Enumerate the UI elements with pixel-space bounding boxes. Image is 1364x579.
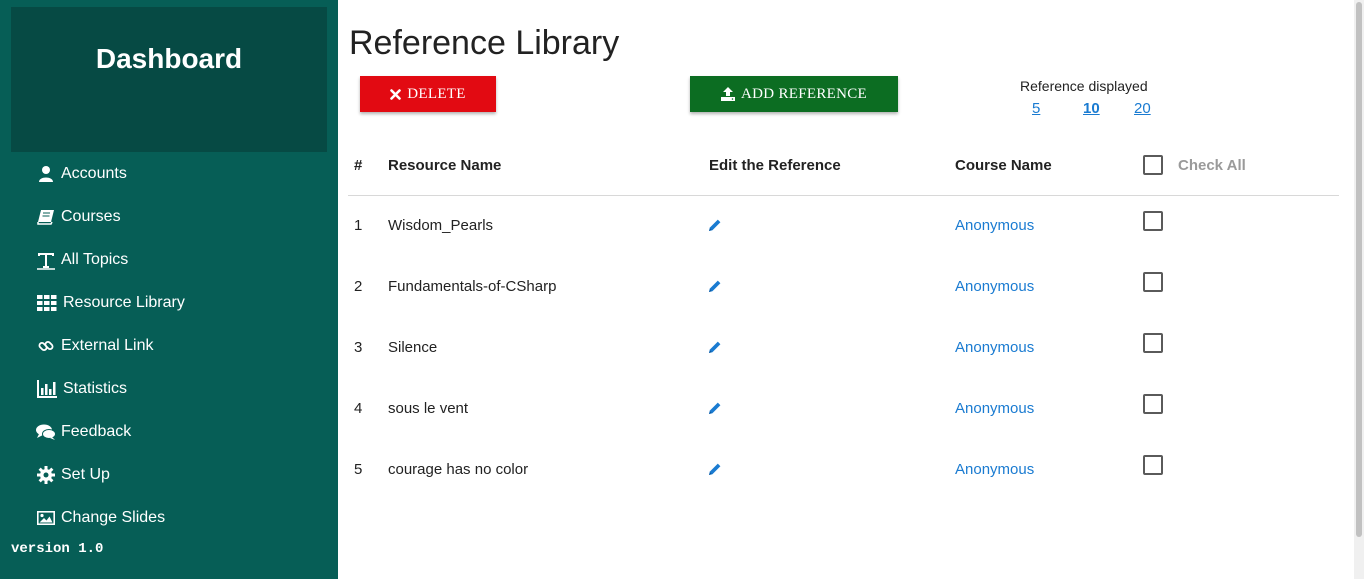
vertical-scrollbar[interactable]	[1354, 0, 1364, 579]
image-icon	[36, 508, 56, 528]
dashboard-title[interactable]: Dashboard	[11, 43, 327, 75]
row-checkbox[interactable]	[1143, 272, 1163, 292]
sidebar-item-external-link[interactable]: External Link	[36, 333, 154, 359]
per-page-label: Reference displayed	[1020, 78, 1148, 94]
sidebar-item-label: All Topics	[61, 251, 129, 268]
delete-button-label: DELETE	[407, 85, 466, 102]
resource-name: Silence	[388, 339, 438, 356]
row-index: 2	[354, 278, 363, 295]
row-index: 1	[354, 217, 363, 234]
row-checkbox[interactable]	[1143, 333, 1163, 353]
course-name-link[interactable]: Anonymous	[955, 339, 1034, 356]
sidebar: Dashboard Accounts Courses All Topics Re…	[0, 0, 338, 579]
resource-name: courage has no color	[388, 461, 529, 478]
row-checkbox[interactable]	[1143, 394, 1163, 414]
sidebar-item-change-slides[interactable]: Change Slides	[36, 505, 165, 531]
sidebar-item-resource-library[interactable]: Resource Library	[36, 290, 185, 316]
edit-pencil-icon[interactable]	[708, 279, 724, 295]
sidebar-item-set-up[interactable]: Set Up	[36, 462, 110, 488]
course-name-link[interactable]: Anonymous	[955, 400, 1034, 417]
row-index: 5	[354, 461, 363, 478]
course-name-link[interactable]: Anonymous	[955, 461, 1034, 478]
edit-pencil-icon[interactable]	[708, 340, 724, 356]
add-reference-button[interactable]: ADD REFERENCE	[690, 76, 898, 112]
comments-icon	[36, 422, 56, 442]
row-checkbox[interactable]	[1143, 455, 1163, 475]
sidebar-item-label: Set Up	[61, 466, 110, 483]
row-index: 3	[354, 339, 363, 356]
add-reference-button-label: ADD REFERENCE	[741, 85, 867, 102]
per-page-option-10[interactable]: 10	[1083, 100, 1100, 117]
resource-name: sous le vent	[388, 400, 469, 417]
per-page-option-5[interactable]: 5	[1032, 100, 1040, 117]
per-page-option-20[interactable]: 20	[1134, 100, 1151, 117]
column-header-edit: Edit the Reference	[709, 157, 841, 174]
column-header-resource-name: Resource Name	[388, 157, 502, 174]
scrollbar-thumb[interactable]	[1356, 2, 1362, 537]
bar-chart-icon	[36, 379, 58, 399]
book-icon	[36, 207, 56, 227]
sidebar-item-all-topics[interactable]: All Topics	[36, 247, 128, 273]
resource-name: Fundamentals-of-CSharp	[388, 278, 557, 295]
course-name-link[interactable]: Anonymous	[955, 217, 1034, 234]
sidebar-item-accounts[interactable]: Accounts	[36, 161, 127, 187]
sidebar-item-label: Change Slides	[61, 509, 166, 526]
course-name-link[interactable]: Anonymous	[955, 278, 1034, 295]
edit-pencil-icon[interactable]	[708, 462, 724, 478]
row-index: 4	[354, 400, 363, 417]
sidebar-item-feedback[interactable]: Feedback	[36, 419, 131, 445]
sidebar-item-label: Accounts	[61, 165, 127, 182]
check-all-checkbox[interactable]	[1143, 155, 1163, 175]
sidebar-item-label: External Link	[61, 337, 154, 354]
sidebar-item-label: Courses	[61, 208, 121, 225]
page-title: Reference Library	[349, 24, 620, 62]
resource-name: Wisdom_Pearls	[388, 217, 494, 234]
sidebar-item-label: Feedback	[61, 423, 132, 440]
sidebar-item-label: Statistics	[63, 380, 128, 397]
header-divider	[348, 195, 1339, 196]
link-icon	[36, 336, 56, 356]
sidebar-item-statistics[interactable]: Statistics	[36, 376, 127, 402]
close-icon	[390, 88, 402, 100]
row-checkbox[interactable]	[1143, 211, 1163, 231]
edit-pencil-icon[interactable]	[708, 218, 724, 234]
sidebar-item-label: Resource Library	[63, 294, 185, 311]
gear-icon	[36, 465, 56, 485]
grid-icon	[36, 293, 58, 313]
column-header-index: #	[354, 157, 363, 174]
check-all-label[interactable]: Check All	[1178, 157, 1246, 174]
user-icon	[36, 164, 56, 184]
version-text: version 1.0	[11, 541, 104, 557]
sidebar-item-courses[interactable]: Courses	[36, 204, 121, 230]
upload-icon	[721, 87, 735, 101]
edit-pencil-icon[interactable]	[708, 401, 724, 417]
text-icon	[36, 250, 56, 270]
delete-button[interactable]: DELETE	[360, 76, 496, 112]
column-header-course-name: Course Name	[955, 157, 1052, 174]
brand-panel: Dashboard	[11, 7, 327, 152]
